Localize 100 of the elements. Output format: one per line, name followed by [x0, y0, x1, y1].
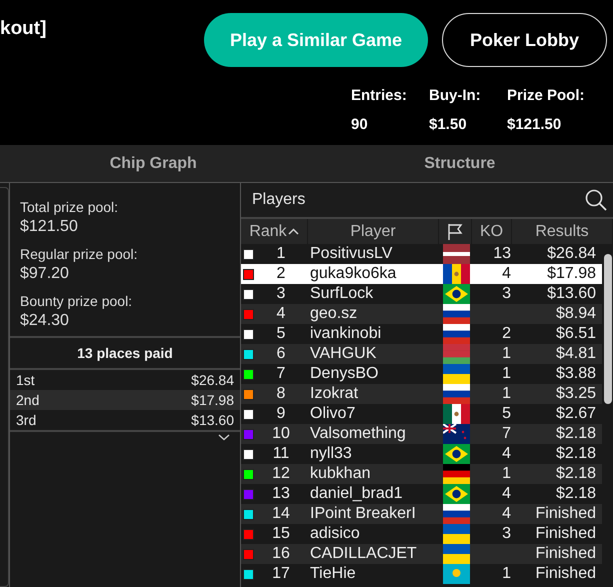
ko-cell-text: 3: [501, 525, 511, 543]
rank-cell-text: 7: [276, 365, 286, 383]
player-name-cell-text: CADILLACJET: [309, 545, 418, 563]
tab[interactable]: Chip Graph: [0, 145, 306, 182]
player-row[interactable]: 7 DenysBO 1 $3.88: [241, 364, 602, 384]
result-cell-text: $2.18: [554, 445, 597, 463]
player-name-cell-text: adisico: [309, 525, 361, 543]
rank-cell-text: 15: [271, 525, 291, 543]
payout-place: 1st: [16, 372, 35, 388]
search-icon[interactable]: [585, 189, 607, 211]
player-row[interactable]: 3 SurfLock 3 $13.60: [241, 284, 602, 304]
rank-cell-text: 17: [271, 565, 291, 583]
ko-cell-text: 3: [501, 285, 511, 303]
player-row[interactable]: 12 kubkhan 1 $2.18: [241, 464, 602, 484]
rank-cell-text: 12: [271, 465, 291, 483]
sort-caret-icon: [288, 228, 299, 235]
result-cell-text: $2.18: [554, 425, 597, 443]
pool-value: $121.50: [20, 218, 79, 236]
player-name-cell-text: nyll33: [309, 445, 353, 463]
player-name-cell-text: Olivo7: [309, 405, 356, 423]
player-name-cell-text: ivankinobi: [309, 325, 382, 343]
rank-cell-text: 4: [276, 305, 286, 323]
rank-cell-text: 14: [271, 505, 291, 523]
country-flag-icon: [442, 264, 470, 284]
stat-value: $1.50: [429, 116, 468, 133]
pool-value: $24.30: [20, 312, 70, 330]
country-flag-icon: [442, 504, 470, 524]
pool-value: $97.20: [20, 265, 70, 283]
stat-label: Entries:: [351, 87, 408, 104]
flag-icon[interactable]: [447, 222, 463, 240]
tournament-title: kout]: [0, 18, 46, 40]
country-flag-icon: [442, 424, 470, 444]
player-row[interactable]: 2 guka9ko6ka 4 $17.98: [241, 264, 602, 284]
player-row[interactable]: 4 geo.sz $8.94: [241, 304, 602, 324]
player-row[interactable]: 10 Valsomething 7 $2.18: [241, 424, 602, 444]
payout-place: 3rd: [16, 412, 36, 428]
ko-cell-text: 1: [501, 385, 511, 403]
payout-place: 2nd: [16, 392, 40, 408]
player-row[interactable]: 17 TieHie 1 Finished: [241, 564, 602, 584]
country-flag-icon: [442, 484, 470, 504]
country-flag-icon: [442, 284, 470, 304]
country-flag-icon: [442, 344, 470, 364]
stat-label: Prize Pool:: [507, 87, 586, 104]
rank-column-header[interactable]: Rank: [241, 219, 308, 244]
stat-value: $121.50: [507, 116, 562, 133]
rank-cell-text: 13: [271, 485, 291, 503]
player-row[interactable]: 6 VAHGUK 1 $4.81: [241, 344, 602, 364]
player-name-cell-text: daniel_brad1: [309, 485, 404, 503]
player-row[interactable]: 1 PositivusLV 13 $26.84: [241, 244, 602, 264]
country-flag-icon: [442, 444, 470, 464]
player-row[interactable]: 8 Izokrat 1 $3.25: [241, 384, 602, 404]
result-cell-text: Finished: [534, 545, 597, 563]
ko-cell-text: 1: [501, 465, 511, 483]
stat-value: 90: [351, 116, 369, 133]
column-header[interactable]: Player: [308, 219, 439, 244]
tab[interactable]: Structure: [306, 145, 613, 182]
country-flag-icon: [442, 384, 470, 404]
rank-cell-text: 9: [276, 405, 286, 423]
player-name-cell-text: guka9ko6ka: [309, 265, 398, 283]
rank-cell-text: 8: [276, 385, 286, 403]
player-name-cell-text: SurfLock: [309, 285, 374, 303]
chevron-down-icon[interactable]: [218, 434, 230, 441]
country-flag-icon: [442, 564, 470, 584]
player-row[interactable]: 15 adisico 3 Finished: [241, 524, 602, 544]
pool-label: Total prize pool:: [20, 199, 120, 215]
result-cell-text: $26.84: [546, 245, 597, 263]
pool-label: Bounty prize pool:: [20, 293, 134, 309]
player-row[interactable]: 5 ivankinobi 2 $6.51: [241, 324, 602, 344]
rank-cell-text: 6: [276, 345, 286, 363]
scrollbar-thumb[interactable]: [604, 254, 612, 404]
result-cell-text: Finished: [534, 525, 597, 543]
ko-cell-text: 2: [501, 325, 511, 343]
places-paid-header: 13 places paid: [10, 336, 240, 370]
country-flag-icon: [442, 364, 470, 384]
rank-cell-text: 3: [276, 285, 286, 303]
player-row[interactable]: 14 IPoint BreakerI 4 Finished: [241, 504, 602, 524]
country-flag-icon: [442, 404, 470, 424]
player-name-cell-text: DenysBO: [309, 365, 380, 383]
result-cell-text: Finished: [534, 565, 597, 583]
header-button[interactable]: Poker Lobby: [442, 13, 607, 67]
payout-amount: $13.60: [191, 412, 234, 428]
country-flag-icon: [442, 524, 470, 544]
player-row[interactable]: 9 Olivo7 5 $2.67: [241, 404, 602, 424]
country-flag-icon: [442, 324, 470, 344]
player-name-cell-text: IPoint BreakerI: [309, 505, 417, 523]
player-row[interactable]: 16 CADILLACJET Finished: [241, 544, 602, 564]
rank-cell-text: 1: [276, 245, 286, 263]
pool-label: Regular prize pool:: [20, 246, 139, 262]
player-row[interactable]: 11 nyll33 4 $2.18: [241, 444, 602, 464]
player-name-cell-text: kubkhan: [309, 465, 372, 483]
column-header[interactable]: KO: [472, 219, 512, 244]
rank-cell-text: 11: [272, 445, 290, 463]
ko-cell-text: 1: [501, 345, 511, 363]
result-cell-text: Finished: [534, 505, 597, 523]
rank-cell-text: 2: [276, 265, 286, 283]
ko-cell-text: 4: [501, 265, 511, 283]
result-cell-text: $17.98: [546, 265, 597, 283]
result-cell-text: $3.88: [554, 365, 597, 383]
country-flag-icon: [442, 304, 470, 324]
player-row[interactable]: 13 daniel_brad1 4 $2.18: [241, 484, 602, 504]
